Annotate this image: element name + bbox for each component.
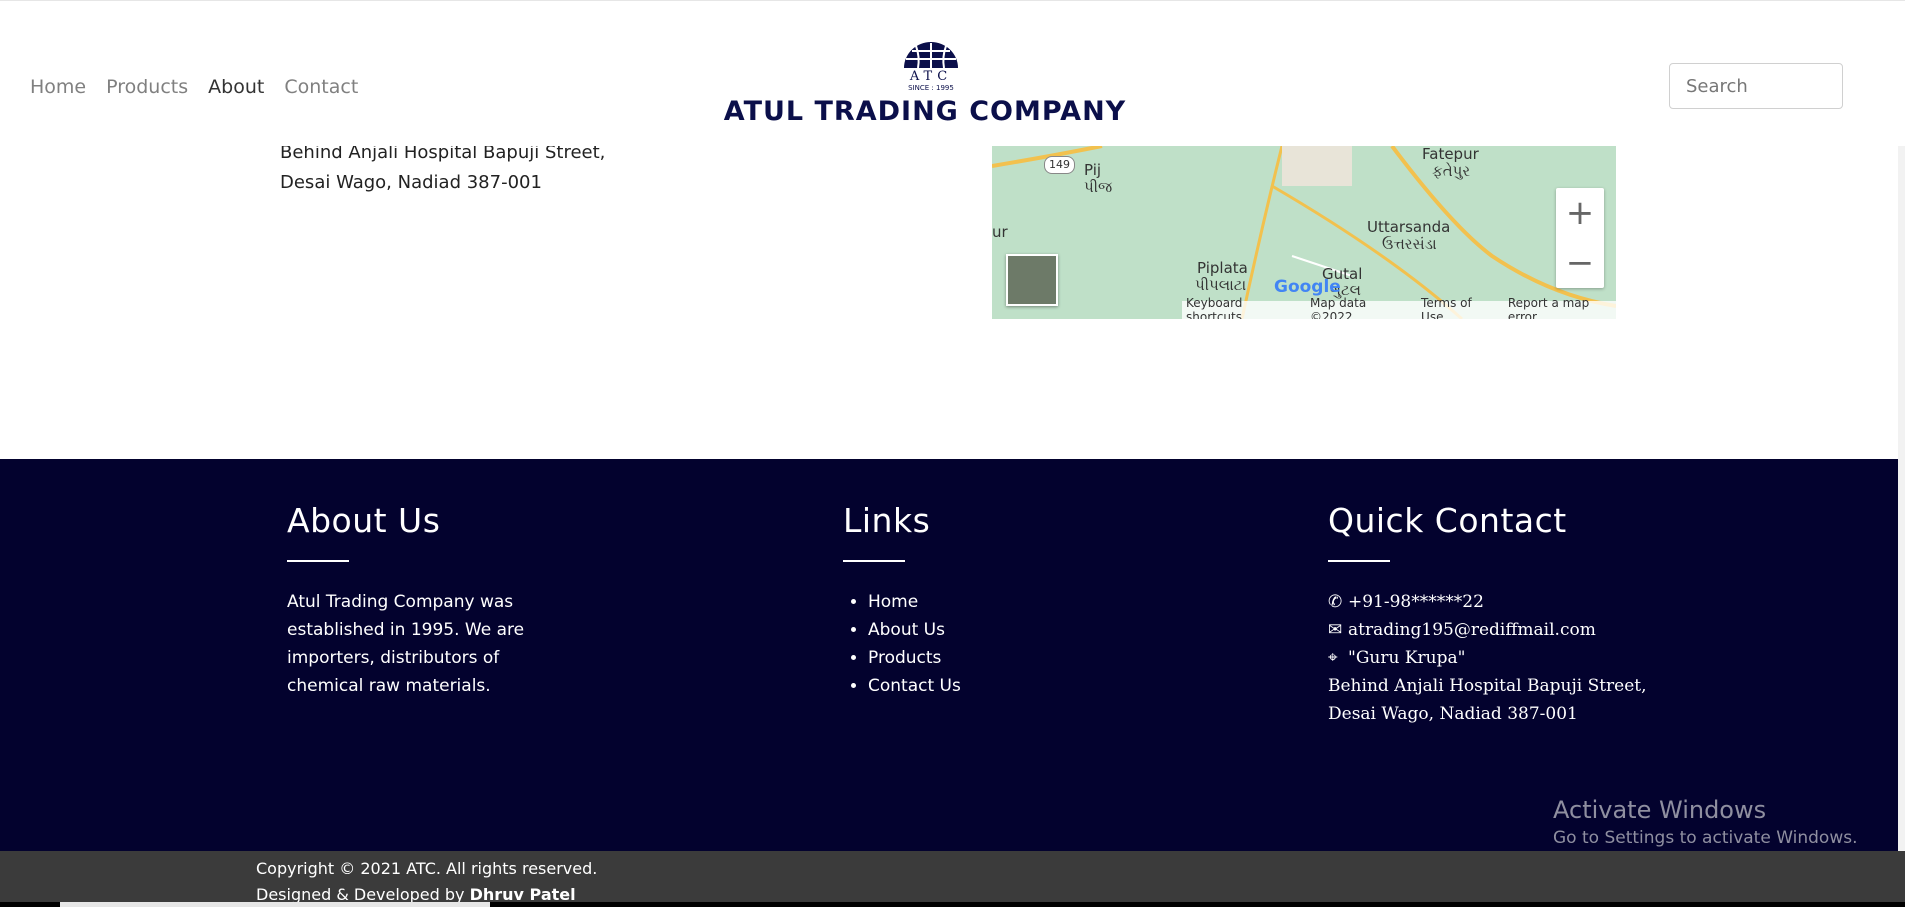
copyright-text: Copyright © 2021 ATC. All rights reserve… <box>256 859 598 878</box>
list-item: Home <box>868 588 1143 616</box>
phone-icon: ✆ <box>1328 592 1343 612</box>
footer-about-title: About Us <box>287 501 441 540</box>
google-map[interactable]: 149 Pij પીજ Fatepur ફતેપુર Uttarsanda ઉત… <box>992 146 1616 319</box>
footer-links-title: Links <box>843 501 931 540</box>
nav-products[interactable]: Products <box>106 76 188 98</box>
footer-link-contact[interactable]: Contact Us <box>868 676 961 696</box>
envelope-icon: ✉ <box>1328 620 1343 640</box>
activate-windows-watermark: Activate Windows Go to Settings to activ… <box>1553 796 1858 848</box>
map-label-piplata-gu: પીપલાટા <box>1195 276 1247 294</box>
zoom-controls: + − <box>1556 188 1604 288</box>
footer-contact: Quick Contact ✆ +91-98******22 ✉ atrading1… <box>1328 501 1648 728</box>
map-marker-icon: ⌖ <box>1328 648 1338 668</box>
zoom-out-button[interactable]: − <box>1556 238 1604 288</box>
bottom-edge <box>0 902 1905 907</box>
search-input[interactable] <box>1669 63 1843 109</box>
logo-since: SINCE : 1995 <box>908 84 954 92</box>
scroll-indicator <box>60 902 490 907</box>
satellite-toggle[interactable] <box>1006 254 1058 306</box>
site-header: Home Products About Contact ATC SINCE : … <box>0 0 1905 146</box>
activate-title: Activate Windows <box>1553 796 1767 824</box>
footer-links-list: Home About Us Products Contact Us <box>843 588 1143 700</box>
footer-contact-title: Quick Contact <box>1328 501 1567 540</box>
nav-about[interactable]: About <box>208 76 264 98</box>
logo-company-name: ATUL TRADING COMPANY <box>723 96 1127 127</box>
divider <box>843 560 905 562</box>
contact-address-line-2: Desai Wago, Nadiad 387-001 <box>1328 704 1578 724</box>
footer-about-text: Atul Trading Company was established in … <box>287 592 525 696</box>
map-label-fatepur-gu: ફતેપુર <box>1432 162 1471 180</box>
zoom-in-button[interactable]: + <box>1556 188 1604 238</box>
contact-phone: ✆ +91-98******22 <box>1328 588 1648 616</box>
contact-address: Behind Anjali Hospital Bapuji Street, De… <box>280 138 605 198</box>
map-label-uttarsanda: Uttarsanda <box>1367 218 1451 236</box>
divider <box>1328 560 1390 562</box>
divider <box>287 560 349 562</box>
address-line-2: Desai Wago, Nadiad 387-001 <box>280 172 542 193</box>
list-item: About Us <box>868 616 1143 644</box>
footer-link-products[interactable]: Products <box>868 648 941 668</box>
activate-subtitle: Go to Settings to activate Windows. <box>1553 828 1858 848</box>
map-label-pij-gu: પીજ <box>1084 178 1113 196</box>
nav-contact[interactable]: Contact <box>284 76 358 98</box>
site-footer: About Us Atul Trading Company was establ… <box>0 459 1905 851</box>
map-label-fatepur: Fatepur <box>1422 146 1479 163</box>
map-label-ur: ur <box>992 223 1008 241</box>
contact-email: ✉ atrading195@rediffmail.com <box>1328 616 1648 644</box>
map-label-pij: Pij <box>1084 161 1102 179</box>
logo-abbr: ATC <box>909 69 953 84</box>
nav-home[interactable]: Home <box>30 76 86 98</box>
map-label-piplata: Piplata <box>1197 259 1248 277</box>
list-item: Contact Us <box>868 672 1143 700</box>
google-logo: Google <box>1274 277 1341 297</box>
map-label-uttarsanda-gu: ઉત્તરસંડા <box>1382 235 1437 253</box>
contact-address-line-1: Behind Anjali Hospital Bapuji Street, <box>1328 676 1647 696</box>
contact-place: ⌖ "Guru Krupa" <box>1328 644 1648 672</box>
footer-about: About Us Atul Trading Company was establ… <box>287 501 547 700</box>
map-road-shield: 149 <box>1044 156 1075 174</box>
map-data-text: Map data ©2022 <box>1310 296 1367 319</box>
footer-link-about[interactable]: About Us <box>868 620 945 640</box>
map-attribution: Keyboard shortcuts Map data ©2022 Terms … <box>1182 296 1616 319</box>
copyright-bar: Copyright © 2021 ATC. All rights reserve… <box>0 851 1905 907</box>
main-nav: Home Products About Contact <box>30 76 358 98</box>
footer-link-home[interactable]: Home <box>868 592 918 612</box>
report-map-error-link[interactable]: Report a map error <box>1508 296 1616 319</box>
list-item: Products <box>868 644 1143 672</box>
globe-icon <box>904 42 958 69</box>
footer-links: Links Home About Us Products Contact Us <box>843 501 1143 700</box>
keyboard-shortcuts-link[interactable]: Keyboard shortcuts <box>1186 296 1296 319</box>
company-logo[interactable]: ATC SINCE : 1995 ATUL TRADING COMPANY <box>700 41 1150 127</box>
terms-of-use-link[interactable]: Terms of Use <box>1421 296 1494 319</box>
